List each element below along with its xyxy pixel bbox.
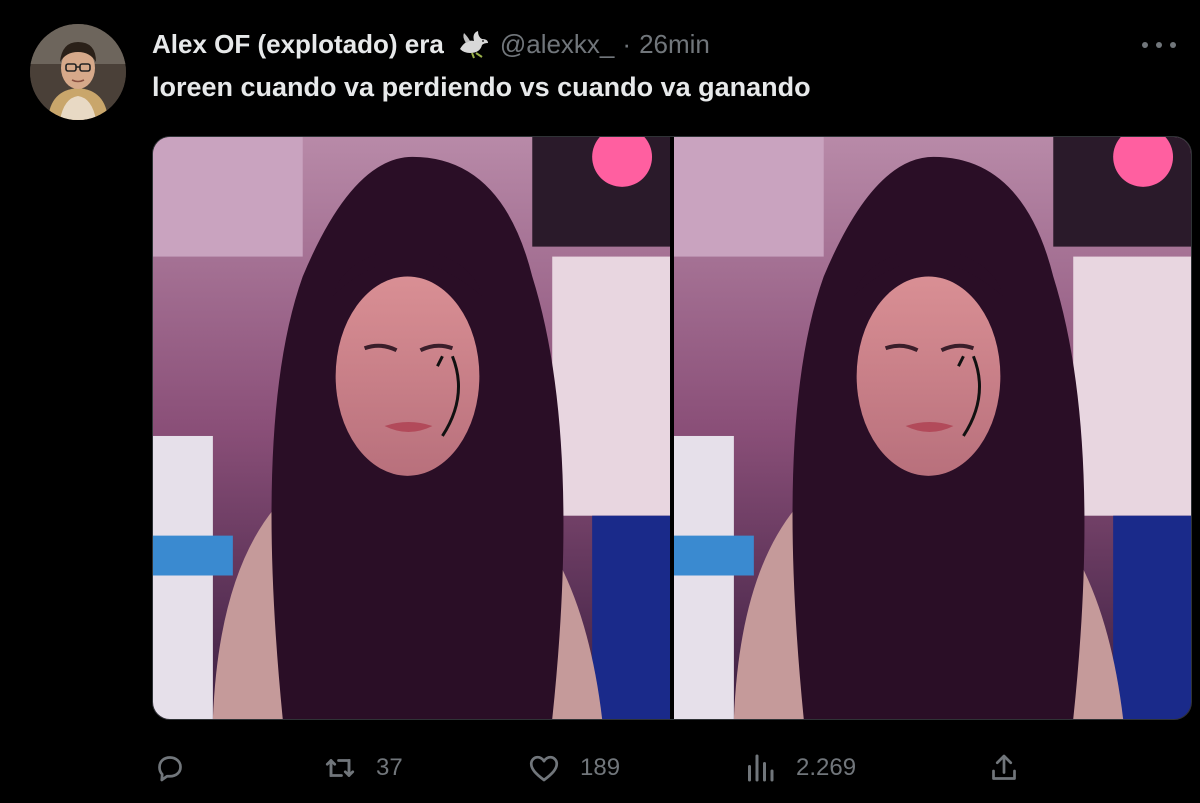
like-button[interactable]: 189 bbox=[526, 748, 620, 788]
photo-image bbox=[674, 137, 1191, 719]
tweet-timestamp[interactable]: 26min bbox=[639, 29, 710, 60]
views-count: 2.269 bbox=[796, 754, 857, 781]
tweet-text: loreen cuando va perdiendo vs cuando va … bbox=[152, 72, 811, 102]
author-display-name[interactable]: Alex OF (explotado) era bbox=[152, 29, 444, 60]
reply-icon bbox=[158, 756, 182, 782]
more-dot-icon bbox=[1170, 42, 1176, 48]
share-button[interactable] bbox=[986, 748, 1022, 788]
tweet-header: Alex OF (explotado) era @alexkx_ · 26min bbox=[152, 28, 710, 60]
heart-icon bbox=[529, 755, 559, 782]
separator-dot: · bbox=[622, 28, 632, 59]
more-dot-icon bbox=[1156, 42, 1162, 48]
like-count: 189 bbox=[580, 754, 621, 781]
avatar[interactable] bbox=[30, 24, 126, 120]
dove-icon bbox=[456, 29, 490, 59]
retweet-button[interactable]: 37 bbox=[322, 748, 403, 788]
tweet-actions: 37 189 2.269 bbox=[152, 748, 1192, 788]
share-icon bbox=[992, 754, 1016, 780]
tweet-media bbox=[152, 136, 1192, 720]
views-icon bbox=[748, 754, 774, 782]
retweet-icon bbox=[325, 759, 355, 777]
retweet-count: 37 bbox=[376, 754, 403, 781]
media-photo-2[interactable] bbox=[674, 137, 1191, 719]
more-options-button[interactable] bbox=[1142, 34, 1176, 56]
photo-image bbox=[153, 137, 670, 719]
reply-button[interactable] bbox=[152, 748, 206, 788]
media-photo-1[interactable] bbox=[153, 137, 670, 719]
tweet[interactable]: Alex OF (explotado) era @alexkx_ · 26min… bbox=[0, 0, 1200, 803]
avatar-image bbox=[30, 24, 126, 120]
author-handle[interactable]: @alexkx_ bbox=[500, 29, 615, 60]
views-button[interactable]: 2.269 bbox=[742, 748, 856, 788]
more-dot-icon bbox=[1142, 42, 1148, 48]
